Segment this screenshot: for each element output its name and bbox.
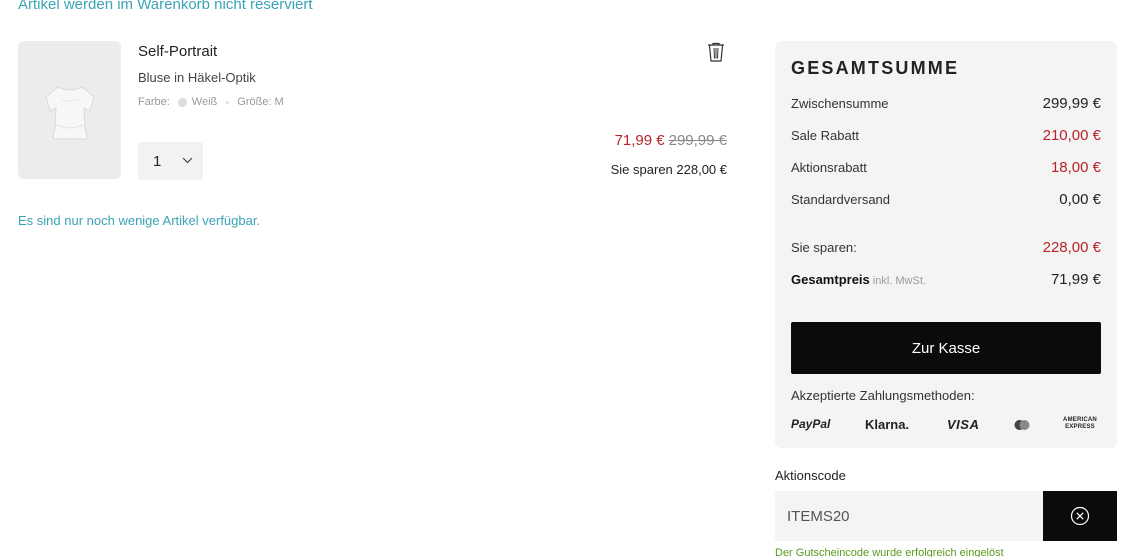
- summary-row-label: Sale Rabatt: [791, 128, 859, 143]
- promo-code-label: Aktionscode: [775, 468, 846, 483]
- summary-row-value: 0,00 €: [1059, 191, 1101, 208]
- you-save-label: Sie sparen:: [791, 240, 857, 255]
- chevron-down-icon: [182, 157, 193, 164]
- size-label: Größe: M: [237, 96, 284, 108]
- visa-logo: VISA: [947, 417, 980, 432]
- total-value: 71,99 €: [1050, 271, 1101, 288]
- summary-row-value: 18,00 €: [1050, 159, 1101, 176]
- trash-icon[interactable]: [707, 42, 725, 62]
- summary-row-value: 299,99 €: [1042, 95, 1101, 112]
- promo-success-message: Der Gutscheincode wurde erfolgreich eing…: [775, 547, 1004, 557]
- product-image[interactable]: [18, 41, 121, 179]
- summary-title: GESAMTSUMME: [791, 58, 960, 78]
- amex-logo: AMERICAN EXPRESS: [1063, 417, 1097, 430]
- summary-row-value: 210,00 €: [1042, 127, 1101, 144]
- color-value: Weiß: [191, 96, 218, 108]
- summary-row-sale-discount: Sale Rabatt 210,00 €: [791, 127, 1101, 144]
- summary-row-subtotal: Zwischensumme 299,99 €: [791, 95, 1101, 112]
- quantity-select[interactable]: 1: [138, 142, 203, 180]
- paypal-logo: PayPal: [791, 417, 831, 431]
- summary-row-label: Aktionsrabatt: [791, 160, 867, 175]
- klarna-logo: Klarna.: [865, 417, 910, 432]
- quantity-value: 1: [153, 152, 162, 170]
- total-label: Gesamtpreis: [791, 272, 870, 287]
- original-price: 299,99 €: [668, 132, 727, 149]
- sale-price: 71,99 €: [614, 132, 665, 149]
- color-label: Farbe:: [138, 96, 170, 108]
- product-name[interactable]: Bluse in Häkel-Optik: [138, 70, 256, 85]
- blouse-illustration: [45, 86, 95, 140]
- order-summary-panel: GESAMTSUMME Zwischensumme 299,99 € Sale …: [775, 41, 1117, 448]
- summary-row-shipping: Standardversand 0,00 €: [791, 191, 1101, 208]
- summary-row-label: Standardversand: [791, 192, 891, 207]
- checkout-button[interactable]: Zur Kasse: [791, 322, 1101, 374]
- summary-row-label: Zwischensumme: [791, 96, 889, 111]
- summary-row-promo-discount: Aktionsrabatt 18,00 €: [791, 159, 1101, 176]
- promo-code-input[interactable]: [775, 491, 1044, 541]
- color-swatch: [177, 97, 187, 107]
- you-save-value: 228,00 €: [1042, 239, 1101, 256]
- attribute-separator: [226, 100, 230, 104]
- low-stock-notice: Es sind nur noch wenige Artikel verfügba…: [18, 213, 261, 228]
- mastercard-icon: [1014, 420, 1030, 430]
- product-brand[interactable]: Self-Portrait: [138, 43, 217, 60]
- promo-remove-button[interactable]: [1043, 491, 1117, 541]
- cart-reservation-notice: Artikel werden im Warenkorb nicht reserv…: [18, 0, 313, 13]
- product-attributes: Farbe: Weiß Größe: M: [138, 96, 284, 108]
- product-price: 71,99 €299,99 €: [615, 132, 727, 149]
- payment-methods-label: Akzeptierte Zahlungsmethoden:: [791, 388, 975, 403]
- payment-methods: PayPal Klarna. VISA AMERICAN EXPRESS: [791, 417, 1101, 435]
- close-circle-icon: [1070, 506, 1090, 526]
- summary-row-you-save: Sie sparen: 228,00 €: [791, 239, 1101, 256]
- summary-row-total: Gesamtpreis inkl. MwSt. 71,99 €: [791, 271, 1101, 288]
- product-savings: Sie sparen 228,00 €: [610, 162, 727, 177]
- total-vat-note: inkl. MwSt.: [872, 275, 926, 287]
